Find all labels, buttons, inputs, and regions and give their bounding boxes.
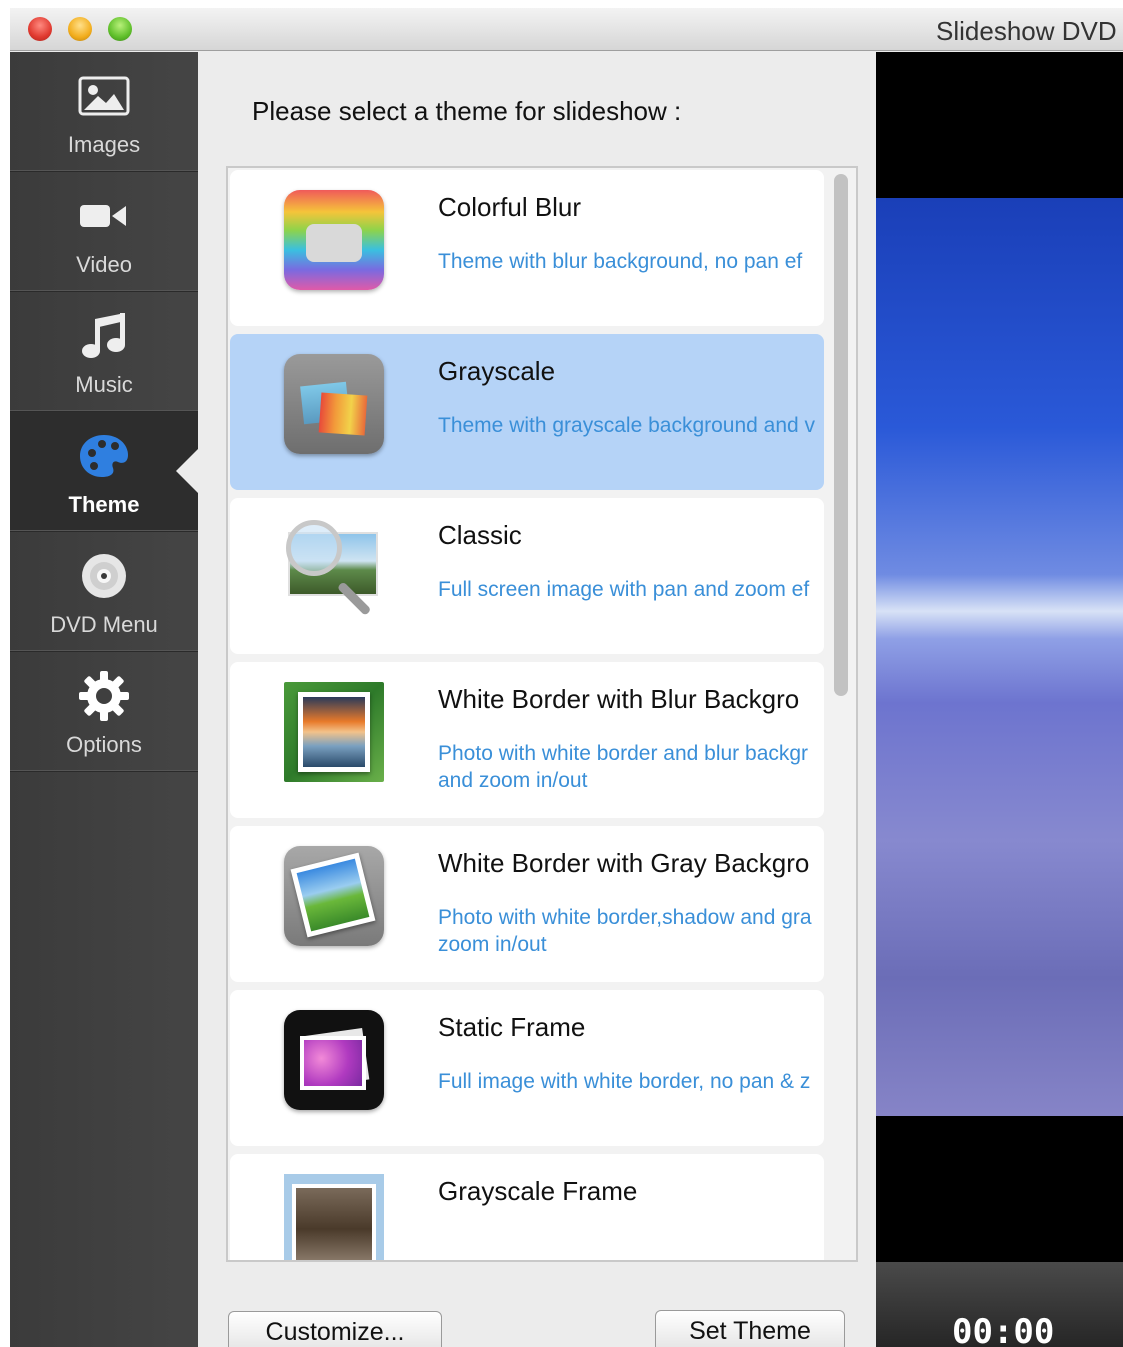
- theme-panel: Please select a theme for slideshow : Co…: [198, 52, 876, 1347]
- timecode-display: 00:00: [952, 1312, 1055, 1347]
- window-title: Slideshow DVD: [936, 16, 1117, 46]
- page-title: Please select a theme for slideshow :: [252, 96, 682, 126]
- theme-description: Full image with white border, no pan & z: [438, 1070, 811, 1093]
- white-border-gray-thumbnail-icon: [284, 846, 384, 946]
- theme-item-colorful-blur[interactable]: Colorful Blur Theme with blur background…: [230, 170, 824, 326]
- sidebar-item-theme[interactable]: Theme: [10, 412, 198, 532]
- set-theme-button[interactable]: Set Theme: [655, 1310, 845, 1347]
- theme-list[interactable]: Colorful Blur Theme with blur background…: [226, 166, 858, 1262]
- disc-icon: [10, 552, 198, 600]
- customize-button[interactable]: Customize...: [228, 1311, 442, 1347]
- sidebar-item-options[interactable]: Options: [10, 652, 198, 772]
- playback-controls: 00:00: [876, 1262, 1123, 1347]
- zoom-window-button[interactable]: [108, 17, 132, 41]
- sidebar-item-label: Options: [66, 732, 142, 757]
- sidebar-item-images[interactable]: Images: [10, 52, 198, 172]
- theme-item-white-border-gray[interactable]: White Border with Gray Backgro Photo wit…: [230, 826, 824, 982]
- grayscale-thumbnail-icon: [284, 354, 384, 454]
- theme-name: Grayscale Frame: [438, 1176, 638, 1206]
- theme-item-grayscale-frame[interactable]: Grayscale Frame: [230, 1154, 824, 1260]
- preview-image: [876, 198, 1123, 1116]
- music-note-icon: [10, 312, 198, 360]
- theme-item-white-border-blur[interactable]: White Border with Blur Backgro Photo wit…: [230, 662, 824, 818]
- theme-description: Full screen image with pan and zoom ef: [438, 578, 810, 601]
- colorful-blur-thumbnail-icon: [284, 190, 384, 290]
- theme-list-scrollbar[interactable]: [834, 174, 848, 696]
- theme-description: Theme with grayscale background and v: [438, 414, 816, 437]
- theme-item-static-frame[interactable]: Static Frame Full image with white borde…: [230, 990, 824, 1146]
- theme-name: White Border with Gray Backgro: [438, 848, 810, 878]
- preview-pane: 00:00: [876, 52, 1123, 1347]
- sidebar-item-label: Images: [67, 132, 141, 157]
- theme-description: Theme with blur background, no pan ef: [438, 250, 803, 273]
- theme-item-grayscale[interactable]: Grayscale Theme with grayscale backgroun…: [230, 334, 824, 490]
- sidebar-item-label: Music: [75, 372, 133, 397]
- sidebar-item-label: Video: [76, 252, 132, 277]
- sidebar-item-label: DVD Menu: [50, 612, 158, 637]
- sidebar-item-label: Theme: [68, 492, 140, 517]
- app-window: Slideshow DVD Images Video Music Theme D…: [10, 8, 1123, 1347]
- theme-item-classic[interactable]: Classic Full screen image with pan and z…: [230, 498, 824, 654]
- grayscale-frame-thumbnail-icon: [284, 1174, 384, 1260]
- theme-description: Photo with white border and blur backgr …: [438, 742, 809, 792]
- gear-icon: [10, 671, 198, 721]
- video-camera-icon: [10, 192, 198, 240]
- theme-name: Classic: [438, 520, 522, 550]
- theme-name: Grayscale: [438, 356, 556, 386]
- magnifier-thumbnail-icon: [284, 518, 384, 618]
- theme-name: Colorful Blur: [438, 192, 582, 222]
- title-bar: Slideshow DVD: [10, 8, 1123, 51]
- minimize-window-button[interactable]: [68, 17, 92, 41]
- theme-name: White Border with Blur Backgro: [438, 684, 800, 714]
- selection-pointer: [176, 449, 198, 493]
- static-frame-thumbnail-icon: [284, 1010, 384, 1110]
- close-window-button[interactable]: [28, 17, 52, 41]
- palette-icon: [10, 432, 198, 480]
- theme-description: Photo with white border,shadow and gra z…: [438, 906, 812, 956]
- image-icon: [10, 72, 198, 120]
- sidebar-item-music[interactable]: Music: [10, 292, 198, 412]
- sidebar-item-dvd-menu[interactable]: DVD Menu: [10, 532, 198, 652]
- white-border-blur-thumbnail-icon: [284, 682, 384, 782]
- sidebar: Images Video Music Theme DVD Menu Option…: [10, 52, 198, 1347]
- sidebar-item-video[interactable]: Video: [10, 172, 198, 292]
- theme-name: Static Frame: [438, 1012, 586, 1042]
